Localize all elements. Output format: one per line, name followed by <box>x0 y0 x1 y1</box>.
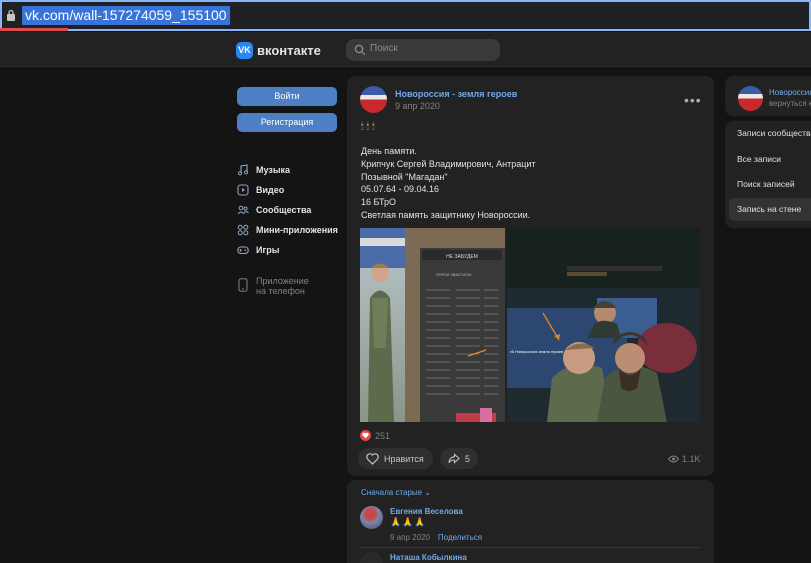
memorial-photo-drawing: НЕ ЗАБУДЕМ ГЕРОИ ЗВАСТАЛИ <box>360 228 505 422</box>
like-label: Нравится <box>384 453 424 464</box>
vk-logo[interactable]: VK вконтакте <box>236 41 321 59</box>
video-icon <box>237 184 249 196</box>
nav-item-communities[interactable]: Сообщества <box>237 200 347 220</box>
comment-author-link[interactable]: Наташа Кобылкина <box>390 553 467 562</box>
share-arrow-icon <box>448 453 460 464</box>
chevron-down-icon: ⌄ <box>424 488 432 497</box>
nav-item-video[interactable]: Видео <box>237 180 347 200</box>
search-placeholder: Поиск <box>370 43 398 54</box>
views-counter: 1.1K <box>668 454 701 464</box>
menu-item-community-posts[interactable]: Записи сообщества <box>729 122 811 145</box>
post-photo-memorial[interactable]: НЕ ЗАБУДЕМ ГЕРОИ ЗВАСТАЛИ <box>360 228 505 422</box>
register-button[interactable]: Регистрация <box>237 113 337 132</box>
nav-label: Мини-приложения <box>256 225 338 235</box>
sidebar-group-sub[interactable]: вернуться к <box>769 99 811 108</box>
sidebar-group-avatar[interactable] <box>738 86 763 111</box>
nav-label: Музыка <box>256 165 291 175</box>
gamepad-icon <box>237 246 249 255</box>
login-button[interactable]: Войти <box>237 87 337 106</box>
post-line: Позывной "Магадан" <box>361 171 448 182</box>
commenter-avatar[interactable] <box>360 506 383 529</box>
url-text[interactable]: vk.com/wall-157274059_155100 <box>22 6 230 25</box>
left-nav: Музыка Видео Сообщества Мини-приложения <box>237 160 347 260</box>
post-line: 05.07.64 - 09.04.16 <box>361 184 440 195</box>
sidebar-group-name[interactable]: Новороссия <box>769 88 811 97</box>
post-line: Светлая память защитнику Новороссии. <box>361 209 531 220</box>
vk-logo-icon: VK <box>236 41 253 59</box>
lock-icon <box>7 9 15 21</box>
menu-item-search-posts[interactable]: Поиск записей <box>729 173 811 196</box>
search-icon <box>354 44 366 56</box>
sort-label: Сначала старые <box>361 488 423 497</box>
comment-author-link[interactable]: Евгения Веселова <box>390 507 463 516</box>
nav-label: Видео <box>256 185 285 195</box>
nav-item-mini-apps[interactable]: Мини-приложения <box>237 220 347 240</box>
heart-outline-icon <box>366 452 379 465</box>
site-header: VK вконтакте Поиск <box>0 32 811 67</box>
post-line: Крипчук Сергей Владимирович, Антрацит <box>361 158 536 169</box>
logo-text: вконтакте <box>257 42 321 58</box>
memorial-caption-2: ГЕРОИ ЗВАСТАЛИ <box>436 272 471 277</box>
more-options-icon[interactable]: ••• <box>684 93 702 107</box>
post-text: День памяти. Крипчук Сергей Владимирович… <box>361 145 701 222</box>
loading-indicator <box>0 28 68 31</box>
menu-item-wall-post[interactable]: Запись на стене <box>729 198 811 221</box>
app-promo-line-2: на телефон <box>256 286 305 296</box>
mini-apps-icon <box>237 224 249 236</box>
nav-item-games[interactable]: Игры <box>237 240 347 260</box>
post-line: 16 БТрО <box>361 197 397 208</box>
phone-icon <box>238 278 248 292</box>
app-promo-line-1: Приложение <box>256 276 309 286</box>
likes-count: 251 <box>375 430 391 441</box>
novorossiya-flag-image <box>738 86 763 111</box>
post-photo-soldiers[interactable]: vk Новороссия земля героев <box>507 228 700 422</box>
commenter-avatar-image <box>360 506 383 529</box>
memorial-caption-1: НЕ ЗАБУДЕМ <box>446 254 478 260</box>
nav-item-music[interactable]: Музыка <box>237 160 347 180</box>
app-promo-link[interactable]: Приложение на телефон <box>237 276 309 296</box>
shares-count: 5 <box>464 453 470 464</box>
share-button[interactable]: 5 <box>440 448 478 469</box>
communities-icon <box>237 205 249 215</box>
post-line: День памяти. <box>361 146 417 156</box>
comment-divider <box>360 547 700 548</box>
music-note-icon <box>237 164 249 176</box>
browser-address-bar[interactable]: vk.com/wall-157274059_155100 <box>0 0 811 31</box>
candle-emoji: 🕯🕯🕯 <box>361 121 378 131</box>
novorossiya-flag-image <box>360 86 387 113</box>
likes-summary[interactable]: 251 <box>360 430 390 441</box>
post-date[interactable]: 9 апр 2020 <box>395 101 440 111</box>
nav-label: Игры <box>256 245 280 255</box>
views-count: 1.1K <box>682 454 701 464</box>
post-author-link[interactable]: Новороссия - земля героев <box>395 89 517 99</box>
comment-date[interactable]: 9 апр 2020 <box>390 533 430 542</box>
comment-share-link[interactable]: Поделиться <box>438 533 482 542</box>
photo-watermark: vk Новороссия земля героев <box>510 349 563 354</box>
heart-filled-icon <box>360 430 371 441</box>
nav-label: Сообщества <box>256 205 312 215</box>
comment-sort-dropdown[interactable]: Сначала старые ⌄ <box>361 488 431 497</box>
eye-icon <box>668 455 679 463</box>
group-avatar[interactable] <box>360 86 387 113</box>
search-input[interactable]: Поиск <box>346 39 500 61</box>
menu-item-all-posts[interactable]: Все записи <box>729 148 811 171</box>
comment-meta: 9 апр 2020 Поделиться <box>390 533 482 542</box>
comment-text: 🙏🙏🙏 <box>390 517 427 527</box>
soldiers-photo-drawing: vk Новороссия земля героев <box>507 228 700 422</box>
like-button[interactable]: Нравится <box>358 448 433 469</box>
